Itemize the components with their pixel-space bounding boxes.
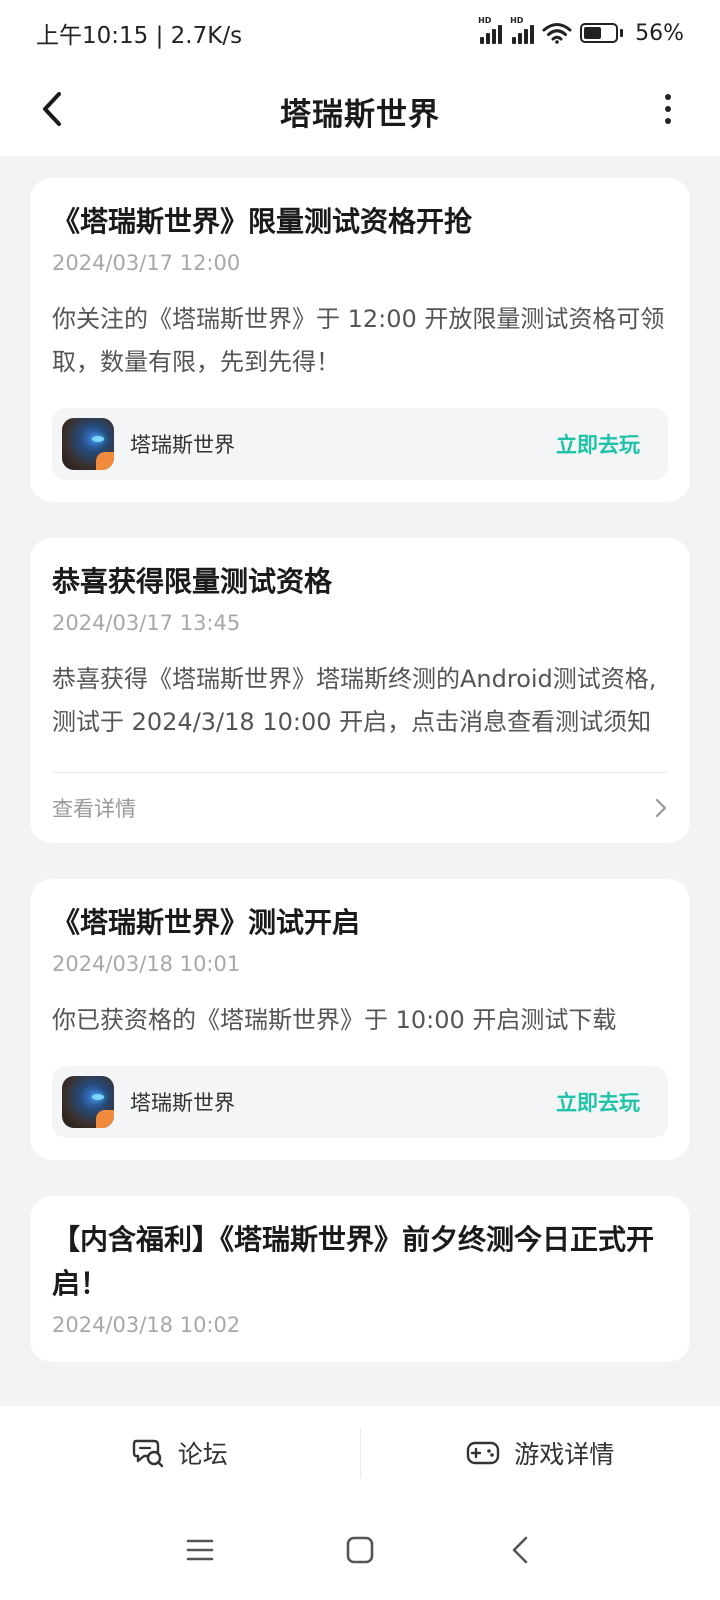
game-details-tab[interactable]: 游戏详情	[361, 1406, 720, 1500]
status-time: 上午10:15 | 2.7K/s	[36, 23, 243, 49]
view-details-row[interactable]: 查看详情	[52, 773, 668, 843]
home-button[interactable]	[330, 1520, 390, 1580]
forum-tab[interactable]: 论坛	[0, 1406, 360, 1500]
signal-icon-2: HD	[510, 16, 535, 44]
game-icon	[62, 418, 114, 470]
message-time: 2024/03/18 10:02	[52, 1313, 241, 1337]
message-title: 《塔瑞斯世界》测试开启	[52, 906, 361, 939]
message-body: 你已获资格的《塔瑞斯世界》于 10:00 开启测试下载	[52, 1006, 617, 1034]
view-details-label: 查看详情	[52, 797, 136, 821]
battery-icon	[580, 23, 624, 43]
message-title: 【内含福利】《塔瑞斯世界》前夕终测今日正式开启！	[52, 1223, 655, 1300]
message-card[interactable]: 恭喜获得限量测试资格 2024/03/17 13:45 恭喜获得《塔瑞斯世界》塔…	[30, 538, 690, 843]
message-title: 恭喜获得限量测试资格	[52, 565, 333, 598]
title-bar: 塔瑞斯世界	[0, 66, 720, 156]
more-vertical-icon	[665, 94, 671, 100]
status-bar: 上午10:15 | 2.7K/s HD HD 56%	[0, 0, 720, 66]
message-body: 你关注的《塔瑞斯世界》于 12:00 开放限量测试资格可领取，数量有限，先到先得…	[52, 305, 665, 376]
signal-icon: HD	[478, 16, 503, 44]
menu-button[interactable]	[170, 1520, 230, 1580]
message-card[interactable]: 《塔瑞斯世界》测试开启 2024/03/18 10:01 你已获资格的《塔瑞斯世…	[30, 879, 690, 1160]
home-square-icon	[346, 1536, 374, 1564]
message-time: 2024/03/17 12:00	[52, 251, 241, 275]
game-details-label: 游戏详情	[514, 1440, 615, 1469]
system-nav-bar	[0, 1500, 720, 1600]
message-body: 恭喜获得《塔瑞斯世界》塔瑞斯终测的Android测试资格,测试于 2024/3/…	[52, 665, 657, 736]
message-time: 2024/03/18 10:01	[52, 952, 241, 976]
nav-back-icon	[512, 1536, 528, 1564]
battery-percent: 56%	[635, 20, 684, 46]
message-card[interactable]: 《塔瑞斯世界》限量测试资格开抢 2024/03/17 12:00 你关注的《塔瑞…	[30, 178, 690, 502]
page-title: 塔瑞斯世界	[280, 96, 440, 133]
play-now-button[interactable]: 立即去玩	[556, 1087, 640, 1117]
back-button[interactable]	[30, 84, 74, 134]
message-title: 《塔瑞斯世界》限量测试资格开抢	[52, 205, 473, 238]
game-entry[interactable]: 塔瑞斯世界 立即去玩	[52, 1066, 668, 1138]
message-list: 《塔瑞斯世界》限量测试资格开抢 2024/03/17 12:00 你关注的《塔瑞…	[0, 156, 720, 1406]
menu-icon	[186, 1539, 214, 1561]
chevron-right-icon	[655, 798, 667, 818]
forum-label: 论坛	[177, 1440, 228, 1469]
game-name: 塔瑞斯世界	[130, 433, 235, 457]
message-card[interactable]: 【内含福利】《塔瑞斯世界》前夕终测今日正式开启！ 2024/03/18 10:0…	[30, 1196, 690, 1362]
game-icon	[62, 1076, 114, 1128]
wifi-icon	[542, 23, 572, 44]
bottom-action-bar: 论坛 游戏详情	[0, 1406, 720, 1500]
gamepad-icon	[467, 1441, 500, 1465]
forum-icon	[132, 1439, 163, 1468]
chevron-left-icon	[43, 92, 61, 126]
play-now-button[interactable]: 立即去玩	[556, 429, 640, 459]
nav-back-button[interactable]	[490, 1520, 550, 1580]
message-time: 2024/03/17 13:45	[52, 611, 241, 635]
more-button[interactable]	[656, 84, 680, 134]
status-icons: HD HD 56%	[478, 16, 684, 46]
game-name: 塔瑞斯世界	[130, 1091, 235, 1115]
game-entry[interactable]: 塔瑞斯世界 立即去玩	[52, 408, 668, 480]
